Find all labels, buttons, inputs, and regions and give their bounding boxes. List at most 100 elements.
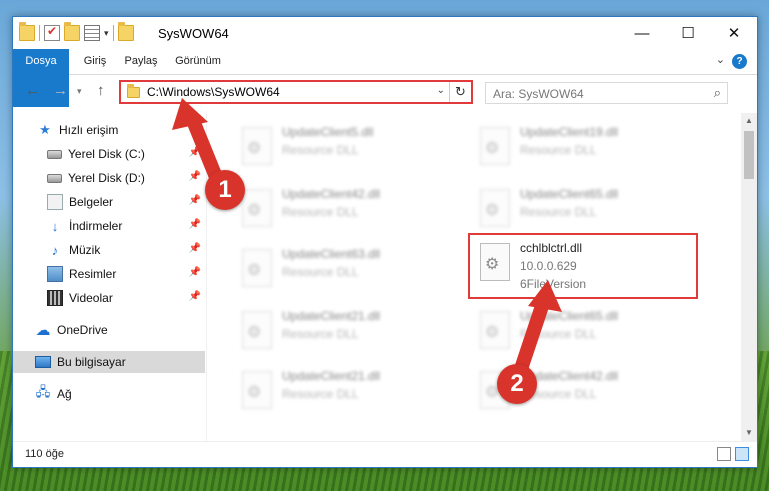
help-icon[interactable]: ?: [732, 54, 747, 69]
address-path[interactable]: C:\Windows\SysWOW64: [147, 85, 280, 99]
scrollbar-thumb[interactable]: [744, 131, 754, 179]
file-item[interactable]: UpdateClient42.dll Resource DLL: [232, 181, 468, 239]
sidebar-item-label: Müzik: [69, 243, 101, 257]
sidebar-item-onedrive[interactable]: ☁ OneDrive: [13, 319, 205, 341]
search-icon[interactable]: ⌕: [714, 85, 721, 101]
tab-home[interactable]: Giriş: [75, 49, 115, 74]
window-controls: — ☐ ✕: [619, 17, 757, 49]
minimize-button[interactable]: —: [619, 17, 665, 49]
chevron-down-icon[interactable]: ▾: [104, 28, 109, 39]
pin-icon[interactable]: 📌: [189, 267, 201, 278]
pin-icon[interactable]: 📌: [189, 243, 201, 254]
sidebar-item-quick-access[interactable]: ★ Hızlı erişim: [13, 119, 205, 141]
recent-locations-icon[interactable]: ▾: [77, 86, 82, 97]
file-name: UpdateClient42.dll: [282, 187, 381, 201]
pin-icon[interactable]: 📌: [189, 147, 201, 158]
properties-check-icon[interactable]: [44, 24, 60, 41]
pin-icon[interactable]: 📌: [189, 291, 201, 302]
pin-icon[interactable]: 📌: [189, 219, 201, 230]
back-button[interactable]: ←: [25, 82, 40, 99]
sidebar-item-label: Resimler: [69, 267, 117, 281]
tiles-view-icon[interactable]: [735, 447, 749, 461]
sidebar-item-disk-c[interactable]: Yerel Disk (C:) 📌: [13, 143, 205, 165]
file-item[interactable]: UpdateClient5.dll Resource DLL: [232, 119, 468, 177]
pin-icon[interactable]: 📌: [189, 195, 201, 206]
sidebar-item-disk-d[interactable]: Yerel Disk (D:) 📌: [13, 167, 205, 189]
vertical-scrollbar[interactable]: ▲ ▼: [741, 113, 757, 441]
file-name: UpdateClient19.dll: [520, 125, 619, 139]
step-badge-1: 1: [205, 170, 245, 210]
sidebar-item-network[interactable]: 🖧 Ağ: [13, 383, 205, 405]
target-file-item[interactable]: cchlblctrl.dll 10.0.0.629 6FileVersion: [468, 233, 698, 299]
navigation-bar: ← → ▾ ↑ C:\Windows\SysWOW64 ⌄ ↻ Ara: Sys…: [13, 76, 757, 108]
sidebar-item-label: Yerel Disk (C:): [68, 147, 145, 161]
documents-icon: [47, 194, 63, 210]
file-list: UpdateClient5.dll Resource DLL UpdateCli…: [208, 113, 741, 441]
file-item[interactable]: UpdateClient63.dll Resource DLL: [232, 241, 468, 299]
dll-file-icon: [242, 127, 272, 165]
details-view-icon[interactable]: [717, 447, 731, 461]
forward-button[interactable]: →: [53, 82, 68, 99]
sidebar-item-label: Hızlı erişim: [59, 123, 119, 137]
file-name: UpdateClient21.dll: [282, 369, 381, 383]
file-item[interactable]: UpdateClient21.dll Resource DLL: [232, 363, 468, 421]
search-input[interactable]: Ara: SysWOW64 ⌕: [485, 82, 728, 104]
pin-icon[interactable]: 📌: [189, 171, 201, 182]
file-name: UpdateClient5.dll: [282, 125, 374, 139]
folder-icon: [117, 22, 134, 41]
dll-file-icon: [242, 311, 272, 349]
onedrive-icon: ☁: [35, 322, 51, 339]
quick-access-toolbar: ▾: [19, 22, 134, 41]
sidebar-item-this-pc[interactable]: Bu bilgisayar: [13, 351, 205, 373]
window-title: SysWOW64: [158, 26, 229, 41]
expand-ribbon-icon[interactable]: ⌄: [716, 53, 725, 66]
file-description: 6FileVersion: [520, 277, 587, 291]
tab-view[interactable]: Görünüm: [169, 49, 227, 74]
videos-icon: [47, 290, 63, 306]
sidebar-item-music[interactable]: ♪ Müzik 📌: [13, 239, 205, 261]
view-switcher: [717, 447, 749, 461]
close-button[interactable]: ✕: [711, 17, 757, 49]
address-bar[interactable]: C:\Windows\SysWOW64 ⌄ ↻: [119, 80, 473, 104]
sidebar-item-label: Videolar: [69, 291, 113, 305]
new-folder-icon[interactable]: [64, 22, 80, 41]
disk-icon: [47, 149, 62, 159]
music-icon: ♪: [51, 242, 59, 258]
dll-file-icon: [480, 243, 510, 281]
refresh-button[interactable]: ↻: [449, 82, 471, 102]
file-type: Resource DLL: [520, 143, 597, 157]
dll-file-icon: [480, 189, 510, 227]
step-badge-2: 2: [497, 364, 537, 404]
file-type: Resource DLL: [520, 327, 597, 341]
sidebar-item-pictures[interactable]: Resimler 📌: [13, 263, 205, 285]
maximize-button[interactable]: ☐: [665, 17, 711, 49]
sidebar-item-label: Yerel Disk (D:): [68, 171, 145, 185]
file-type: Resource DLL: [282, 265, 359, 279]
dll-file-icon: [480, 311, 510, 349]
disk-icon: [47, 173, 62, 183]
computer-icon: [35, 356, 51, 368]
folder-icon: [127, 84, 140, 98]
chevron-down-icon[interactable]: ⌄: [437, 85, 445, 96]
ribbon-tabs: Dosya Giriş Paylaş Görünüm ⌄ ?: [13, 49, 757, 107]
scroll-up-icon[interactable]: ▲: [741, 113, 757, 129]
up-button[interactable]: ↑: [97, 82, 105, 99]
file-item[interactable]: UpdateClient65.dll Resource DLL: [470, 303, 706, 361]
scroll-down-icon[interactable]: ▼: [741, 425, 757, 441]
sidebar-item-label: Ağ: [57, 387, 72, 401]
dll-file-icon: [242, 189, 272, 227]
file-name: UpdateClient65.dll: [520, 187, 619, 201]
sidebar-item-label: Bu bilgisayar: [57, 355, 126, 369]
file-item[interactable]: UpdateClient65.dll Resource DLL: [470, 181, 706, 239]
sidebar-item-documents[interactable]: Belgeler 📌: [13, 191, 205, 213]
dll-file-icon: [242, 371, 272, 409]
sidebar-item-label: İndirmeler: [69, 219, 123, 233]
status-bar: 110 öğe: [13, 441, 757, 467]
file-name: cchlblctrl.dll: [520, 241, 583, 255]
tab-share[interactable]: Paylaş: [117, 49, 165, 74]
file-item[interactable]: UpdateClient19.dll Resource DLL: [470, 119, 706, 177]
file-item[interactable]: UpdateClient21.dll Resource DLL: [232, 303, 468, 361]
sidebar-item-videos[interactable]: Videolar 📌: [13, 287, 205, 309]
properties-icon[interactable]: [84, 25, 100, 41]
sidebar-item-downloads[interactable]: ↓ İndirmeler 📌: [13, 215, 205, 237]
